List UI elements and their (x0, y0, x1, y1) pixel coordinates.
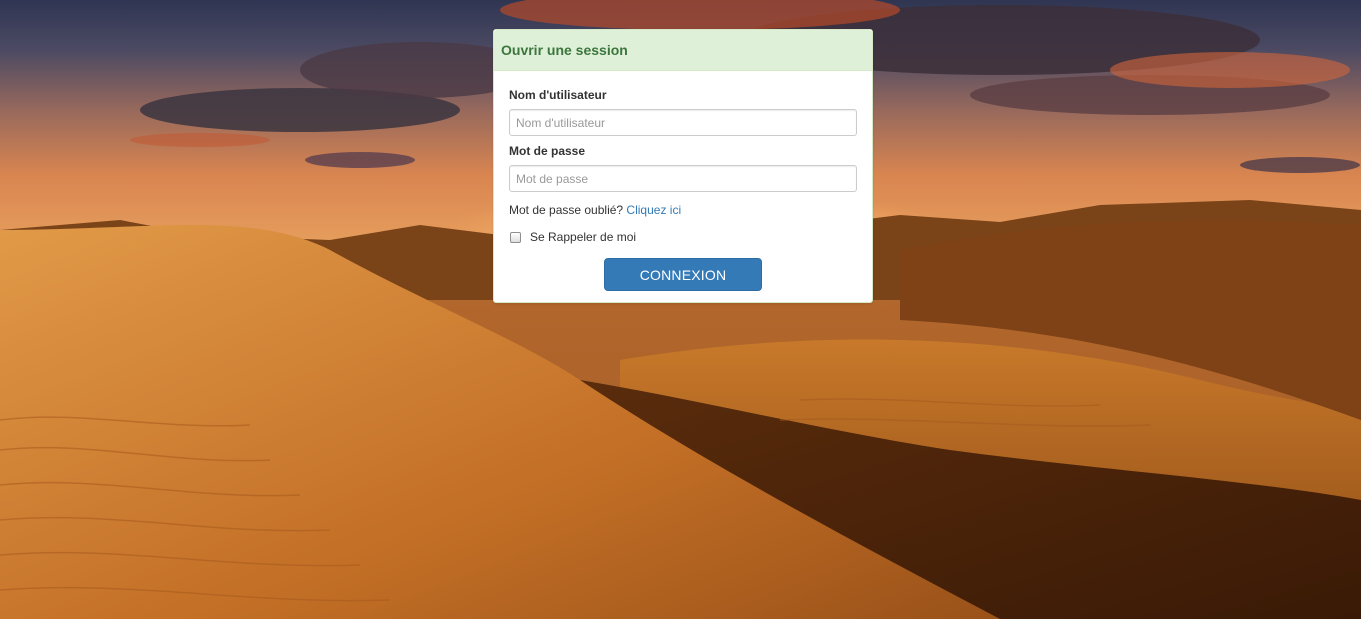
username-group: Nom d'utilisateur (509, 88, 857, 136)
login-panel-heading: Ouvrir une session (494, 30, 872, 71)
login-button[interactable]: CONNEXION (604, 258, 762, 291)
username-label: Nom d'utilisateur (509, 88, 607, 102)
remember-me-checkbox[interactable] (510, 231, 521, 243)
submit-row: CONNEXION (509, 258, 857, 291)
password-label: Mot de passe (509, 144, 586, 158)
login-form: Nom d'utilisateur Mot de passe Mot de pa… (494, 71, 872, 291)
password-input[interactable] (509, 165, 857, 192)
forgot-password-link[interactable]: Cliquez ici (626, 203, 681, 217)
username-input[interactable] (509, 109, 857, 136)
password-group: Mot de passe (509, 144, 857, 192)
login-panel: Ouvrir une session Nom d'utilisateur Mot… (493, 29, 873, 303)
remember-me-label[interactable]: Se Rappeler de moi (530, 230, 636, 244)
remember-me-row: Se Rappeler de moi (509, 230, 857, 244)
forgot-password-row: Mot de passe oublié? Cliquez ici (509, 203, 857, 217)
forgot-password-text: Mot de passe oublié? (509, 203, 624, 217)
login-title: Ouvrir une session (501, 42, 628, 58)
